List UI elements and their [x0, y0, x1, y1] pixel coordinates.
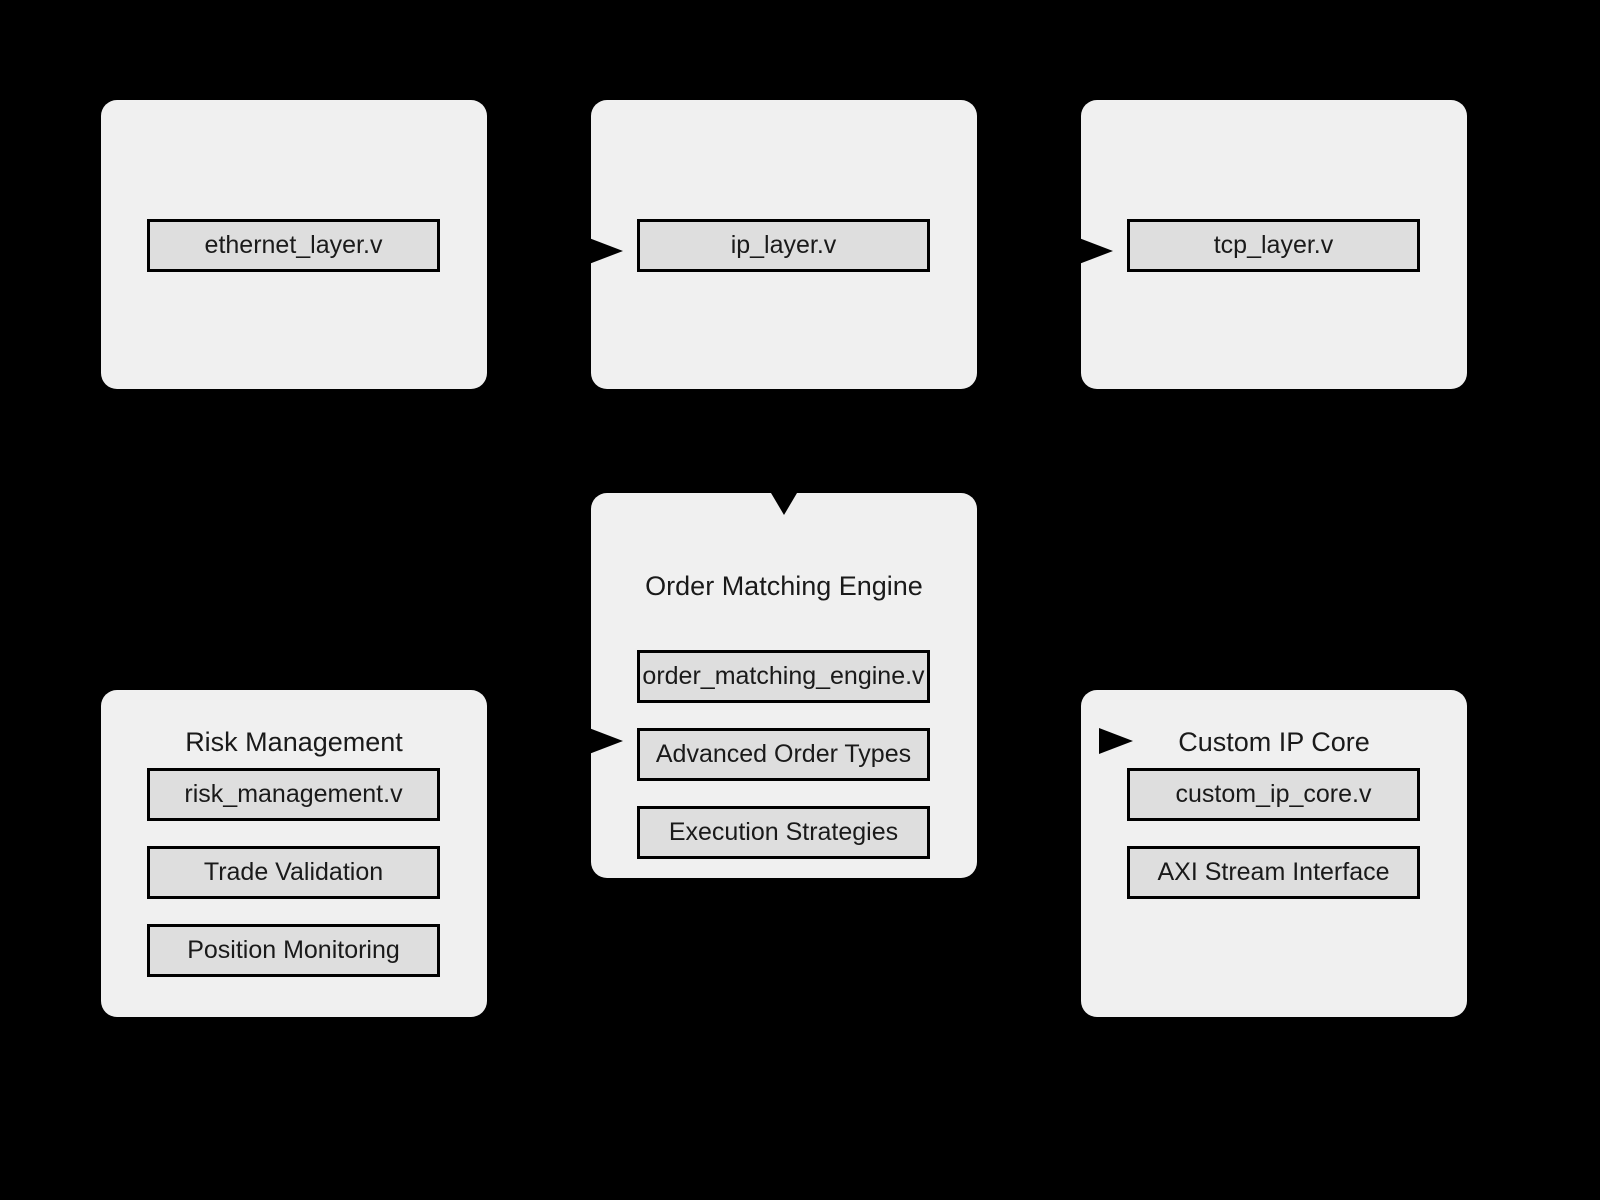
node-ip-layer[interactable]: IP Layer ip_layer.v	[591, 100, 977, 389]
arrow-risk-to-order-matching-engine	[589, 728, 623, 754]
item-custom-ip-core-v[interactable]: custom_ip_core.v	[1127, 768, 1420, 821]
arrow-order-matching-engine-to-custom-ip-core	[1099, 728, 1133, 754]
item-execution-strategies[interactable]: Execution Strategies	[637, 806, 930, 859]
item-ip-layer-v[interactable]: ip_layer.v	[637, 219, 930, 272]
node-title-risk-management: Risk Management	[185, 727, 403, 757]
node-custom-ip-core[interactable]: Custom IP Core custom_ip_core.v AXI Stre…	[1081, 690, 1467, 1017]
arrow-ethernet-to-ip	[589, 238, 623, 264]
node-ethernet-layer[interactable]: Ethernet Layer ethernet_layer.v	[101, 100, 487, 389]
item-trade-validation[interactable]: Trade Validation	[147, 846, 440, 899]
node-order-matching-engine[interactable]: Order Matching Engine order_matching_eng…	[591, 493, 977, 878]
node-title-order-matching-engine: Order Matching Engine	[645, 571, 923, 601]
item-position-monitoring[interactable]: Position Monitoring	[147, 924, 440, 977]
item-risk-management-v[interactable]: risk_management.v	[147, 768, 440, 821]
node-risk-management[interactable]: Risk Management risk_management.v Trade …	[101, 690, 487, 1017]
arrow-tcp-to-order-matching-engine	[771, 493, 797, 515]
item-advanced-order-types[interactable]: Advanced Order Types	[637, 728, 930, 781]
diagram-canvas: Ethernet Layer ethernet_layer.v IP Layer…	[0, 0, 1600, 1200]
item-tcp-layer-v[interactable]: tcp_layer.v	[1127, 219, 1420, 272]
arrow-ip-to-tcp	[1079, 238, 1113, 264]
item-ethernet-layer-v[interactable]: ethernet_layer.v	[147, 219, 440, 272]
item-axi-stream-interface[interactable]: AXI Stream Interface	[1127, 846, 1420, 899]
node-title-custom-ip-core: Custom IP Core	[1178, 727, 1370, 757]
node-tcp-layer[interactable]: TCP Layer tcp_layer.v	[1081, 100, 1467, 389]
item-order-matching-engine-v[interactable]: order_matching_engine.v	[637, 650, 930, 703]
